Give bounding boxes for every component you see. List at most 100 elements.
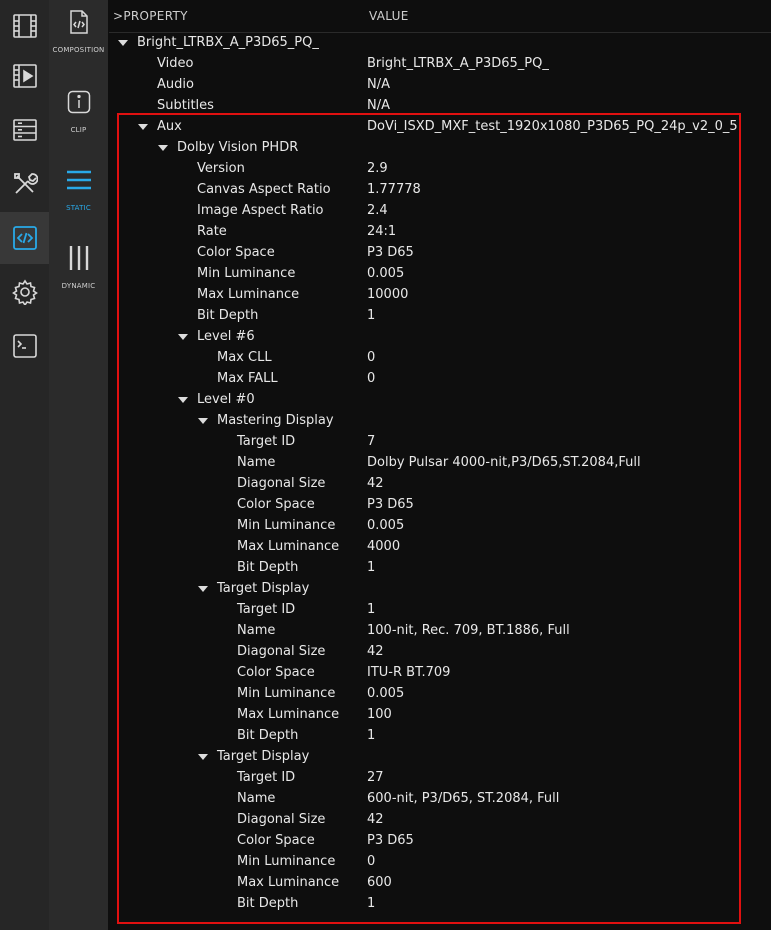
tree-row[interactable]: Rate 24:1 (109, 222, 771, 243)
property-name: Bit Depth (197, 308, 259, 323)
property-value: 2.4 (367, 203, 388, 218)
expand-caret-icon[interactable] (138, 124, 148, 130)
expand-caret-icon[interactable] (198, 754, 208, 760)
property-column-header[interactable]: >PROPERTY (113, 9, 188, 23)
property-value: 42 (367, 476, 384, 491)
expand-caret-icon[interactable] (178, 397, 188, 403)
property-name: Max CLL (217, 350, 272, 365)
tree-row[interactable]: Name 100-nit, Rec. 709, BT.1886, Full (109, 621, 771, 642)
property-name: Diagonal Size (237, 812, 326, 827)
tree-node[interactable]: Aux DoVi_ISXD_MXF_test_1920x1080_P3D65_PQ… (109, 117, 771, 138)
tree-node[interactable]: Level #6 (109, 327, 771, 348)
expand-caret-icon[interactable] (118, 40, 128, 46)
tree-row[interactable]: Color Space P3 D65 (109, 243, 771, 264)
tree-row[interactable]: Color Space P3 D65 (109, 495, 771, 516)
property-name: Level #6 (197, 329, 255, 344)
tree-row[interactable]: Min Luminance 0.005 (109, 264, 771, 285)
tree-row[interactable]: Min Luminance 0.005 (109, 684, 771, 705)
tree-row[interactable]: Bit Depth 1 (109, 726, 771, 747)
tree-row[interactable]: Color Space P3 D65 (109, 831, 771, 852)
property-name: Target ID (237, 434, 296, 449)
property-name: Aux (157, 119, 182, 134)
subnav-dynamic[interactable]: DYNAMIC (49, 236, 108, 306)
tree-row[interactable]: Diagonal Size 42 (109, 810, 771, 831)
subnav-label: DYNAMIC (61, 282, 96, 290)
property-name: Subtitles (157, 98, 214, 113)
tools-icon[interactable] (0, 158, 49, 210)
tree-row[interactable]: Bit Depth 1 (109, 894, 771, 915)
subnav-label: COMPOSITION (52, 46, 105, 54)
tree-node[interactable]: Dolby Vision PHDR (109, 138, 771, 159)
property-value: 1 (367, 560, 376, 575)
tree-row[interactable]: Name Dolby Pulsar 4000-nit,P3/D65,ST.2084… (109, 453, 771, 474)
tree-row[interactable]: Bit Depth 1 (109, 306, 771, 327)
property-name: Canvas Aspect Ratio (197, 182, 331, 197)
value-column-header[interactable]: VALUE (369, 9, 409, 23)
tree-node[interactable]: Level #0 (109, 390, 771, 411)
property-name: Min Luminance (237, 854, 336, 869)
tree-row[interactable]: Diagonal Size 42 (109, 642, 771, 663)
info-icon (67, 84, 91, 120)
property-name: Diagonal Size (237, 644, 326, 659)
subnav-static[interactable]: STATIC (49, 158, 108, 228)
tree-row[interactable]: Max CLL 0 (109, 348, 771, 369)
property-value: 2.9 (367, 161, 388, 176)
tree-row[interactable]: Canvas Aspect Ratio 1.77778 (109, 180, 771, 201)
tree-node[interactable]: Bright_LTRBX_A_P3D65_PQ_ (109, 33, 771, 54)
left-sidebar (0, 0, 50, 930)
tree-node[interactable]: Target Display (109, 579, 771, 600)
property-name: Version (197, 161, 245, 176)
property-value: 0.005 (367, 266, 405, 281)
film-strip-icon[interactable] (0, 0, 49, 52)
code-icon[interactable] (0, 212, 49, 264)
property-name: Max Luminance (237, 539, 340, 554)
property-value: 42 (367, 644, 384, 659)
property-value: 1 (367, 308, 376, 323)
tree-row[interactable]: Color Space ITU-R BT.709 (109, 663, 771, 684)
tree-row[interactable]: Version 2.9 (109, 159, 771, 180)
tree-row[interactable]: Min Luminance 0.005 (109, 516, 771, 537)
expand-caret-icon[interactable] (178, 334, 188, 340)
property-value: Dolby Pulsar 4000-nit,P3/D65,ST.2084,Ful… (367, 455, 641, 470)
tree-node[interactable]: Target Display (109, 747, 771, 768)
expand-caret-icon[interactable] (198, 586, 208, 592)
tree-row[interactable]: Max Luminance 600 (109, 873, 771, 894)
subnav-clip[interactable]: CLIP (49, 80, 108, 150)
property-value: Bright_LTRBX_A_P3D65_PQ_ (367, 56, 549, 71)
tree-row[interactable]: Diagonal Size 42 (109, 474, 771, 495)
property-value: 100-nit, Rec. 709, BT.1886, Full (367, 623, 570, 638)
property-value: P3 D65 (367, 833, 414, 848)
tree-row[interactable]: Target ID 1 (109, 600, 771, 621)
property-value: 0.005 (367, 518, 405, 533)
tree-row[interactable]: Name 600-nit, P3/D65, ST.2084, Full (109, 789, 771, 810)
tree-row[interactable]: Max FALL 0 (109, 369, 771, 390)
expand-caret-icon[interactable] (198, 418, 208, 424)
subnav-composition[interactable]: COMPOSITION (49, 0, 108, 70)
tree-row[interactable]: Target ID 7 (109, 432, 771, 453)
property-name: Min Luminance (237, 518, 336, 533)
terminal-icon[interactable] (0, 320, 49, 372)
tree-row[interactable]: Min Luminance 0 (109, 852, 771, 873)
tree-row[interactable]: Video Bright_LTRBX_A_P3D65_PQ_ (109, 54, 771, 75)
tree-row[interactable]: Max Luminance 4000 (109, 537, 771, 558)
property-name: Max FALL (217, 371, 278, 386)
tree-row[interactable]: Audio N/A (109, 75, 771, 96)
tree-row[interactable]: Target ID 27 (109, 768, 771, 789)
tree-row[interactable]: Image Aspect Ratio 2.4 (109, 201, 771, 222)
property-value: 27 (367, 770, 384, 785)
property-table-header: >PROPERTY VALUE (109, 0, 771, 33)
property-value: 100 (367, 707, 392, 722)
tree-node[interactable]: Mastering Display (109, 411, 771, 432)
property-name: Name (237, 791, 276, 806)
video-player-icon[interactable] (0, 50, 49, 102)
storage-icon[interactable] (0, 104, 49, 156)
property-name: Rate (197, 224, 227, 239)
tree-row[interactable]: Bit Depth 1 (109, 558, 771, 579)
expand-caret-icon[interactable] (158, 145, 168, 151)
tree-row[interactable]: Max Luminance 100 (109, 705, 771, 726)
gear-icon[interactable] (0, 266, 49, 318)
property-name: Video (157, 56, 194, 71)
tree-row[interactable]: Max Luminance 10000 (109, 285, 771, 306)
tree-row[interactable]: Subtitles N/A (109, 96, 771, 117)
property-name: Name (237, 623, 276, 638)
